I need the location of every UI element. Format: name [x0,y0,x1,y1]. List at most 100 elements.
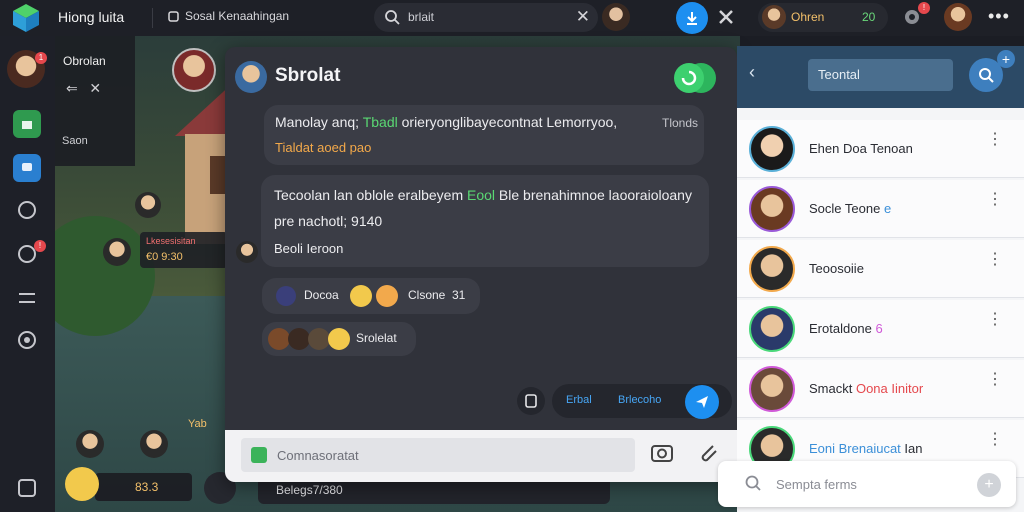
user-avatar [762,5,786,29]
friend-panel-name: Obrolan [63,54,106,68]
user-name: Ohren [791,10,825,24]
profile-avatar[interactable] [944,3,972,31]
message-bubble[interactable]: Tecoolan lan oblole eralbeyem Eool Ble b… [261,175,709,267]
location-tag-value: €0 9:30 [146,251,183,263]
contact-row[interactable]: Socle Teone e ⋮ [737,180,1024,238]
more-options-icon[interactable]: ⋮ [987,252,1003,268]
contact-row[interactable]: Smackt Oona Iinitor ⋮ [737,360,1024,418]
workspace-selector[interactable]: Sosal Kenaahingan [168,9,289,23]
message-bubble[interactable]: Manolay anq; Tbadl orieryonglibayecontna… [264,105,704,165]
add-contact-button[interactable]: + [997,50,1015,68]
message-bubble[interactable]: Docoa Clsone 31 [262,278,480,314]
contact-row[interactable]: Erotaldone 6 ⋮ [737,300,1024,358]
reaction-avatar [308,328,330,350]
sticker-icon[interactable] [251,447,267,463]
rail-item-explore[interactable] [13,196,41,224]
rail-item-chat[interactable] [13,154,41,182]
camera-icon[interactable] [649,440,675,466]
back-icon[interactable]: ‹ [749,62,755,83]
contact-row[interactable]: Teoosoiie ⋮ [737,240,1024,298]
tools-icon[interactable] [716,7,736,27]
more-options-icon[interactable]: ⋮ [987,372,1003,388]
download-button[interactable] [676,2,708,34]
message-text: Manolay anq; [275,114,363,130]
reaction-avatar [268,328,290,350]
npc-avatar[interactable] [140,430,168,458]
more-options-icon[interactable]: ⋮ [987,432,1003,448]
left-rail: 1 ! [0,36,55,512]
npc-avatar[interactable] [135,192,161,218]
contact-name: Smackt Oona Iinitor [809,381,924,396]
more-options-icon[interactable]: ⋮ [987,192,1003,208]
avatar[interactable] [602,3,630,31]
notification-badge: ! [918,2,930,14]
search-input[interactable]: brlait [408,10,434,24]
rail-item-home[interactable] [13,110,41,138]
message-placeholder: Comnasoratat [277,448,359,463]
message-text: Clsone [408,288,446,302]
emoji-icon [376,285,398,307]
message-highlight: Tbadl [362,114,398,130]
location-tag: Lkesesisitan €0 9:30 [140,232,228,268]
chip-label: Erbal [566,394,592,406]
user-status-pill[interactable]: Ohren 20 [758,3,888,32]
search-bar[interactable]: brlait ✕ [374,3,598,32]
clear-search-icon[interactable]: ✕ [576,7,590,27]
message-meta: Tlonds [662,116,699,130]
search-icon [745,475,761,491]
more-options-icon[interactable]: ⋮ [987,312,1003,328]
emoji-icon [350,285,372,307]
message-input[interactable]: Comnasoratat [241,438,635,472]
bottom-tag-value: 83.3 [135,480,159,494]
add-button[interactable]: + [977,473,1001,497]
message-highlight: Eool [467,187,496,203]
chat-avatar[interactable] [235,61,267,93]
contact-avatar [749,126,795,172]
message-text: Ble brenahimnoe laooraioloany [495,187,692,203]
contact-name: Erotaldone 6 [809,321,883,336]
message-text: Tialdat aoed pao [275,140,372,155]
rail-item-panels[interactable] [13,474,41,502]
call-icon[interactable] [672,61,718,95]
contact-avatar [749,246,795,292]
send-button[interactable] [685,385,719,419]
chat-window: Sbrolat Manolay anq; Tbadl orieryongliba… [225,47,737,482]
target-icon [18,331,36,349]
message-bubble[interactable]: Srolelat [262,322,416,356]
contacts-search-input[interactable]: Sempta ferms [776,477,857,492]
message-text: pre nachotl; 9140 [274,213,383,229]
rail-item-help[interactable] [13,326,41,354]
npc-avatar[interactable] [103,238,131,266]
contact-row[interactable]: Ehen Doa Tenoan ⋮ [737,120,1024,178]
location-tag-title: Lkesesisitan [146,236,196,246]
message-text: Srolelat [356,331,397,345]
friend-panel-controls[interactable]: ⇐ ✕ [66,80,101,97]
emoji-icon [65,467,99,501]
paperclip-icon[interactable] [695,440,721,466]
contacts-filter-value: Teontal [818,67,860,82]
workspace-name: Sosal Kenaahingan [185,9,290,23]
chat-title: Sbrolat [275,65,341,86]
contact-name: Ehen Doa Tenoan [809,141,913,156]
rail-badge: 1 [35,52,47,64]
reaction-avatar [288,328,310,350]
contacts-filter-field[interactable]: Teontal [808,59,953,91]
coordinate-text: Belegs7/380 [276,483,343,497]
message-text: Docoa [304,288,339,302]
sliders-icon [19,293,35,303]
search-icon [979,68,994,83]
more-options-icon[interactable]: ⋮ [987,132,1003,148]
user-count: 20 [862,10,876,24]
player-avatar[interactable] [172,48,216,92]
attachment-button[interactable] [517,387,545,415]
sender-avatar[interactable] [236,241,258,263]
more-icon[interactable]: ••• [988,6,1010,27]
workspace-icon [168,10,179,22]
rail-item-settings[interactable] [13,284,41,312]
contact-name: Socle Teone e [809,201,892,216]
divider [152,8,153,28]
message-text: Beoli Ieroon [274,241,344,256]
npc-avatar[interactable] [76,430,104,458]
message-text: Tecoolan lan oblole eralbeyem [274,187,468,203]
contacts-search-bar[interactable]: Sempta ferms + [718,461,1016,507]
